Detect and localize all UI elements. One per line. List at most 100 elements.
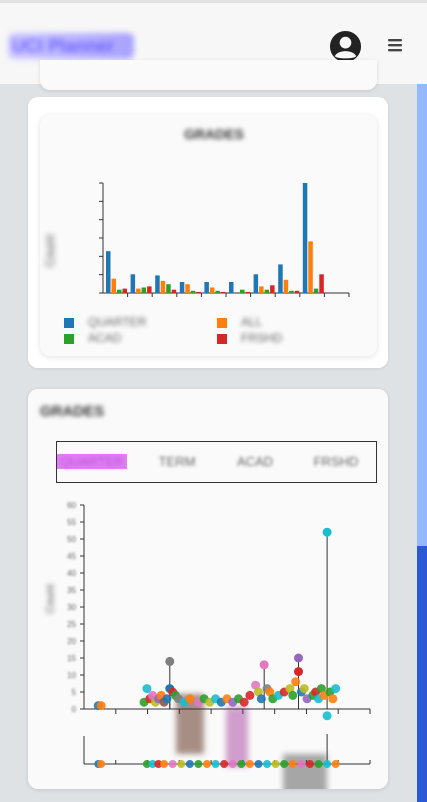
brand-text: UCI Planner — [12, 36, 115, 56]
tab-term[interactable]: TERM — [142, 454, 212, 469]
y-tick-label: 15 — [67, 654, 76, 663]
overview-point — [168, 760, 177, 768]
bar-frshd-f — [220, 291, 226, 293]
overview-point — [220, 760, 229, 768]
cluster-block — [226, 707, 248, 767]
y-tick-label: 55 — [67, 518, 76, 527]
legend-swatch-acad — [64, 333, 74, 344]
legend-item-acad: ACAD — [64, 332, 121, 346]
data-point — [245, 690, 255, 700]
y-tick-label: 60 — [67, 501, 76, 510]
tab-quarter[interactable]: QUARTER — [57, 454, 127, 469]
tab-frshd[interactable]: FRSHD — [301, 454, 371, 469]
overview-point — [323, 760, 332, 768]
legend-swatch-all — [217, 317, 227, 328]
bar-quarter-w — [302, 183, 308, 293]
bar-all-f — [209, 287, 215, 293]
data-point — [288, 690, 298, 700]
summary-chart-legend: QUARTER ALL ACAD FRSHD — [62, 314, 362, 344]
bar-all-c — [160, 280, 166, 293]
lollipop-head — [294, 667, 303, 677]
bar-frshd-p — [245, 291, 250, 293]
data-point — [299, 684, 309, 694]
bar-acad-b — [141, 287, 147, 293]
overview-point — [177, 760, 186, 768]
overview-point — [263, 760, 272, 768]
y-tick-label: 0 — [72, 705, 77, 714]
tab-quarter-label: QUARTER — [60, 454, 124, 469]
y-tick-label: 45 — [67, 552, 76, 561]
overview-point — [254, 760, 263, 768]
bar-all-b — [136, 288, 141, 293]
detail-card: GRADES QUARTER TERM ACAD FRSHD Count 051… — [28, 389, 388, 789]
overview-point — [228, 760, 237, 768]
bar-all-d — [185, 284, 190, 293]
bar-acad-w — [313, 288, 319, 293]
overview-point — [202, 760, 211, 768]
legend-label-acad: ACAD — [88, 331, 122, 345]
bar-acad-np — [264, 289, 270, 293]
overview-point — [280, 760, 289, 768]
tab-acad[interactable]: ACAD — [220, 454, 290, 469]
bar-frshd-np — [270, 285, 275, 293]
previous-card — [40, 60, 377, 90]
bar-frshd-i — [294, 290, 300, 293]
overview-point — [331, 760, 340, 768]
cluster-block — [283, 754, 327, 789]
legend-item-quarter: QUARTER — [64, 316, 146, 330]
bar-acad-a — [117, 289, 122, 293]
legend-label-frshd: FRSHD — [241, 331, 283, 345]
bar-quarter-np — [253, 274, 259, 293]
data-point — [96, 701, 106, 711]
bar-frshd-w — [319, 274, 324, 293]
bar-quarter-b — [130, 274, 136, 293]
bar-frshd-a — [122, 288, 127, 293]
lollipop-head — [259, 660, 269, 670]
y-tick-label: 5 — [72, 688, 77, 697]
legend-label-quarter: QUARTER — [88, 315, 147, 329]
data-point — [185, 694, 195, 704]
data-point — [291, 677, 301, 687]
legend-item-frshd: FRSHD — [217, 332, 282, 346]
bar-acad-c — [166, 284, 171, 293]
overview-point — [297, 760, 306, 768]
y-tick-label: 40 — [67, 569, 76, 578]
data-point — [256, 694, 266, 704]
lollipop-head — [165, 656, 175, 666]
overview-point — [97, 760, 106, 768]
lollipop-head — [322, 527, 332, 537]
data-point — [331, 684, 341, 694]
bar-all-a — [111, 278, 116, 293]
overview-point — [185, 760, 194, 768]
bar-frshd-c — [171, 289, 177, 293]
bar-all-w — [308, 241, 313, 293]
lollipop-head — [294, 653, 303, 663]
hamburger-menu-icon[interactable] — [387, 37, 403, 53]
y-tick-label: 30 — [67, 603, 76, 612]
bar-quarter-d — [179, 282, 185, 293]
detail-card-title: GRADES — [40, 403, 105, 420]
overview-point — [305, 760, 314, 768]
bar-all-i — [283, 279, 289, 293]
user-circle-icon[interactable] — [329, 30, 362, 63]
y-tick-label: 10 — [67, 671, 76, 680]
y-tick-label: 50 — [67, 535, 76, 544]
overview-point — [245, 760, 254, 768]
overview-point — [314, 760, 323, 768]
detail-tab-bar: QUARTER TERM ACAD FRSHD — [56, 441, 377, 483]
bar-frshd-b — [147, 286, 152, 293]
overview-point — [271, 760, 280, 768]
bar-acad-d — [190, 290, 196, 293]
bar-quarter-c — [155, 275, 160, 293]
y-tick-label: 35 — [67, 586, 76, 595]
brand-logo[interactable]: UCI Planner — [8, 33, 134, 59]
bar-acad-f — [215, 290, 220, 293]
bar-quarter-f — [204, 282, 209, 293]
data-point — [328, 694, 338, 704]
bar-quarter-i — [278, 264, 283, 293]
data-point — [322, 711, 332, 721]
bar-quarter-a — [106, 251, 111, 293]
overview-point — [160, 760, 169, 768]
bar-frshd-d — [196, 291, 201, 293]
scrollbar-thumb[interactable] — [417, 546, 427, 802]
